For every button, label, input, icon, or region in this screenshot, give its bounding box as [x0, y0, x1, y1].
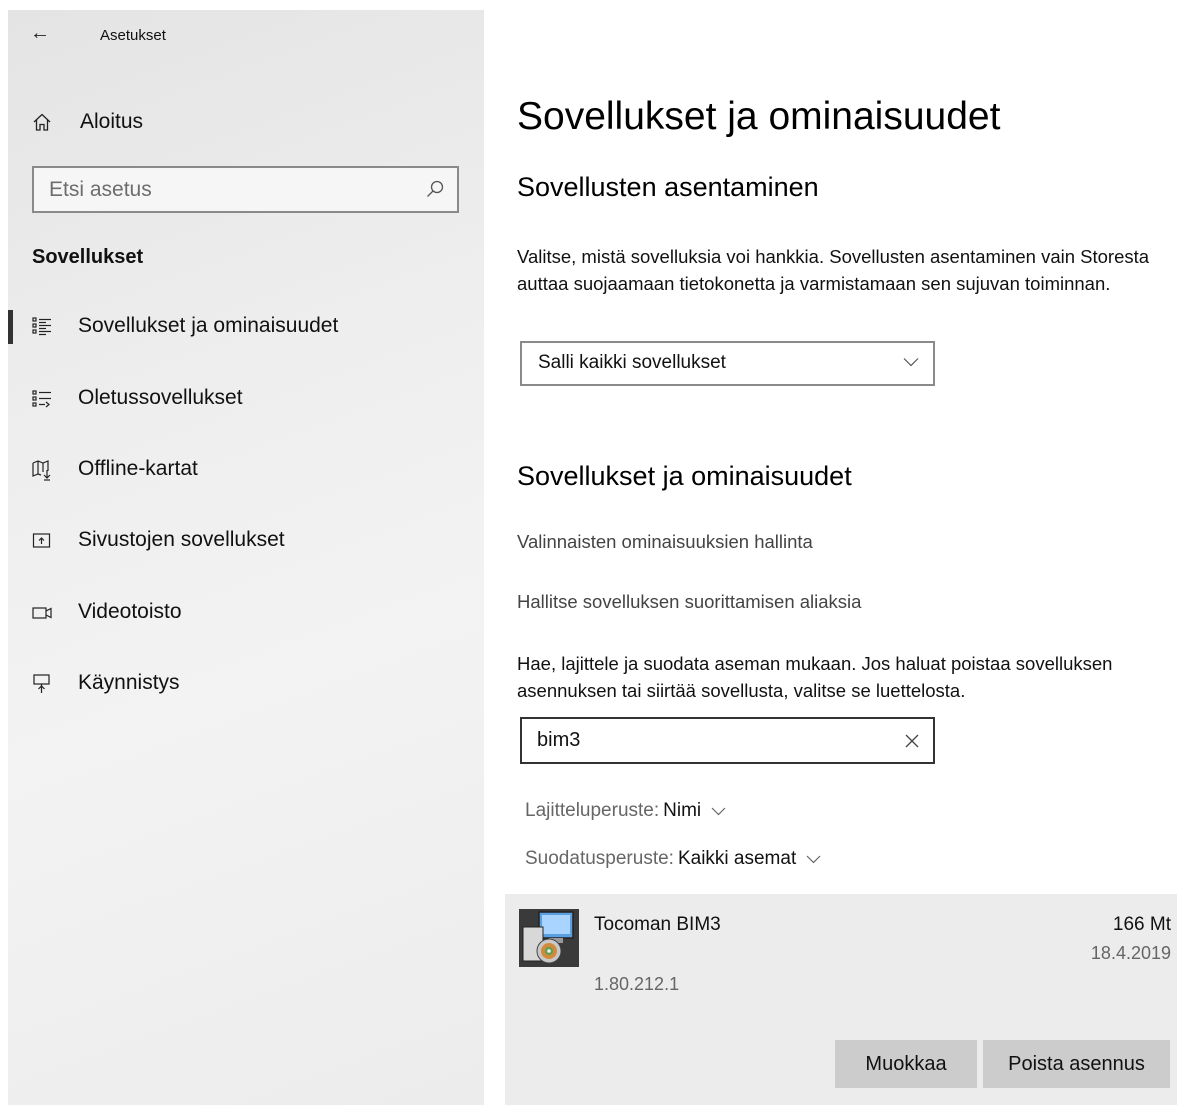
settings-search-input[interactable]	[34, 168, 457, 211]
chevron-down-icon	[806, 855, 821, 863]
app-execution-aliases-link[interactable]: Hallitse sovelluksen suorittamisen aliak…	[517, 591, 861, 613]
app-size: 166 Mt	[1112, 914, 1171, 935]
install-section-heading: Sovellusten asentaminen	[517, 172, 819, 202]
website-apps-icon	[32, 533, 51, 548]
sort-label: Lajitteluperuste:	[525, 800, 660, 821]
app-search-input[interactable]	[522, 719, 933, 762]
apps-section-heading: Sovellukset ja ominaisuudet	[517, 461, 852, 491]
window-title: Asetukset	[100, 27, 166, 44]
close-icon[interactable]	[903, 732, 921, 750]
sidebar-item-label: Oletussovellukset	[78, 386, 243, 409]
startup-icon	[33, 674, 50, 693]
sidebar: ← Asetukset Aloitus Sovellukset Sovelluk…	[8, 10, 484, 1105]
app-install-date: 18.4.2019	[1090, 943, 1171, 963]
sidebar-item-label: Käynnistys	[78, 671, 180, 694]
app-name: Tocoman BIM3	[594, 914, 721, 935]
sidebar-item-label: Sivustojen sovellukset	[78, 528, 285, 551]
sidebar-item-video-playback[interactable]: Videotoisto	[8, 590, 484, 638]
sidebar-section-heading: Sovellukset	[32, 246, 144, 268]
video-icon	[32, 607, 52, 619]
chevron-down-icon	[711, 807, 726, 815]
install-source-dropdown[interactable]: Salli kaikki sovellukset	[520, 341, 935, 386]
default-apps-icon	[32, 390, 51, 408]
filter-label: Suodatusperuste:	[525, 848, 674, 869]
search-icon[interactable]	[425, 179, 445, 199]
app-version: 1.80.212.1	[594, 974, 680, 994]
sidebar-item-default-apps[interactable]: Oletussovellukset	[8, 376, 484, 424]
chevron-down-icon	[903, 358, 919, 367]
sort-selector[interactable]: Lajitteluperuste: Nimi	[525, 800, 726, 822]
sidebar-item-startup[interactable]: Käynnistys	[8, 661, 484, 709]
main-content: Sovellukset ja ominaisuudet Sovellusten …	[484, 0, 1177, 1105]
installer-app-icon	[519, 909, 579, 967]
sidebar-item-website-apps[interactable]: Sivustojen sovellukset	[8, 518, 484, 566]
settings-search-box[interactable]	[32, 166, 459, 213]
map-icon	[32, 460, 51, 481]
dropdown-value: Salli kaikki sovellukset	[538, 352, 726, 373]
sort-value: Nimi	[663, 800, 702, 821]
sidebar-item-label: Videotoisto	[78, 600, 182, 623]
page-title: Sovellukset ja ominaisuudet	[517, 95, 1001, 138]
filter-value: Kaikki asemat	[677, 848, 797, 869]
apps-list-icon	[32, 317, 51, 336]
sidebar-item-apps-features[interactable]: Sovellukset ja ominaisuudet	[8, 304, 484, 352]
filter-selector[interactable]: Suodatusperuste: Kaikki asemat	[525, 848, 821, 870]
back-arrow-icon[interactable]: ←	[30, 22, 50, 45]
install-description: Valitse, mistä sovelluksia voi hankkia. …	[517, 246, 1150, 294]
apps-description: Hae, lajittele ja suodata aseman mukaan.…	[517, 653, 1113, 701]
sidebar-item-offline-maps[interactable]: Offline-kartat	[8, 447, 484, 495]
uninstall-button[interactable]: Poista asennus	[983, 1040, 1170, 1088]
app-list-item[interactable]: Tocoman BIM3 166 Mt 18.4.2019 1.80.212.1…	[505, 894, 1177, 1105]
optional-features-link[interactable]: Valinnaisten ominaisuuksien hallinta	[517, 531, 813, 553]
app-search-box[interactable]	[520, 717, 935, 764]
home-nav-item[interactable]: Aloitus	[8, 102, 484, 142]
home-label: Aloitus	[80, 110, 144, 133]
modify-button[interactable]: Muokkaa	[835, 1040, 977, 1088]
sidebar-item-label: Offline-kartat	[78, 457, 198, 480]
selected-indicator	[8, 310, 13, 344]
sidebar-item-label: Sovellukset ja ominaisuudet	[78, 314, 339, 337]
title-bar: ← Asetukset	[8, 10, 484, 62]
home-icon	[33, 113, 51, 131]
